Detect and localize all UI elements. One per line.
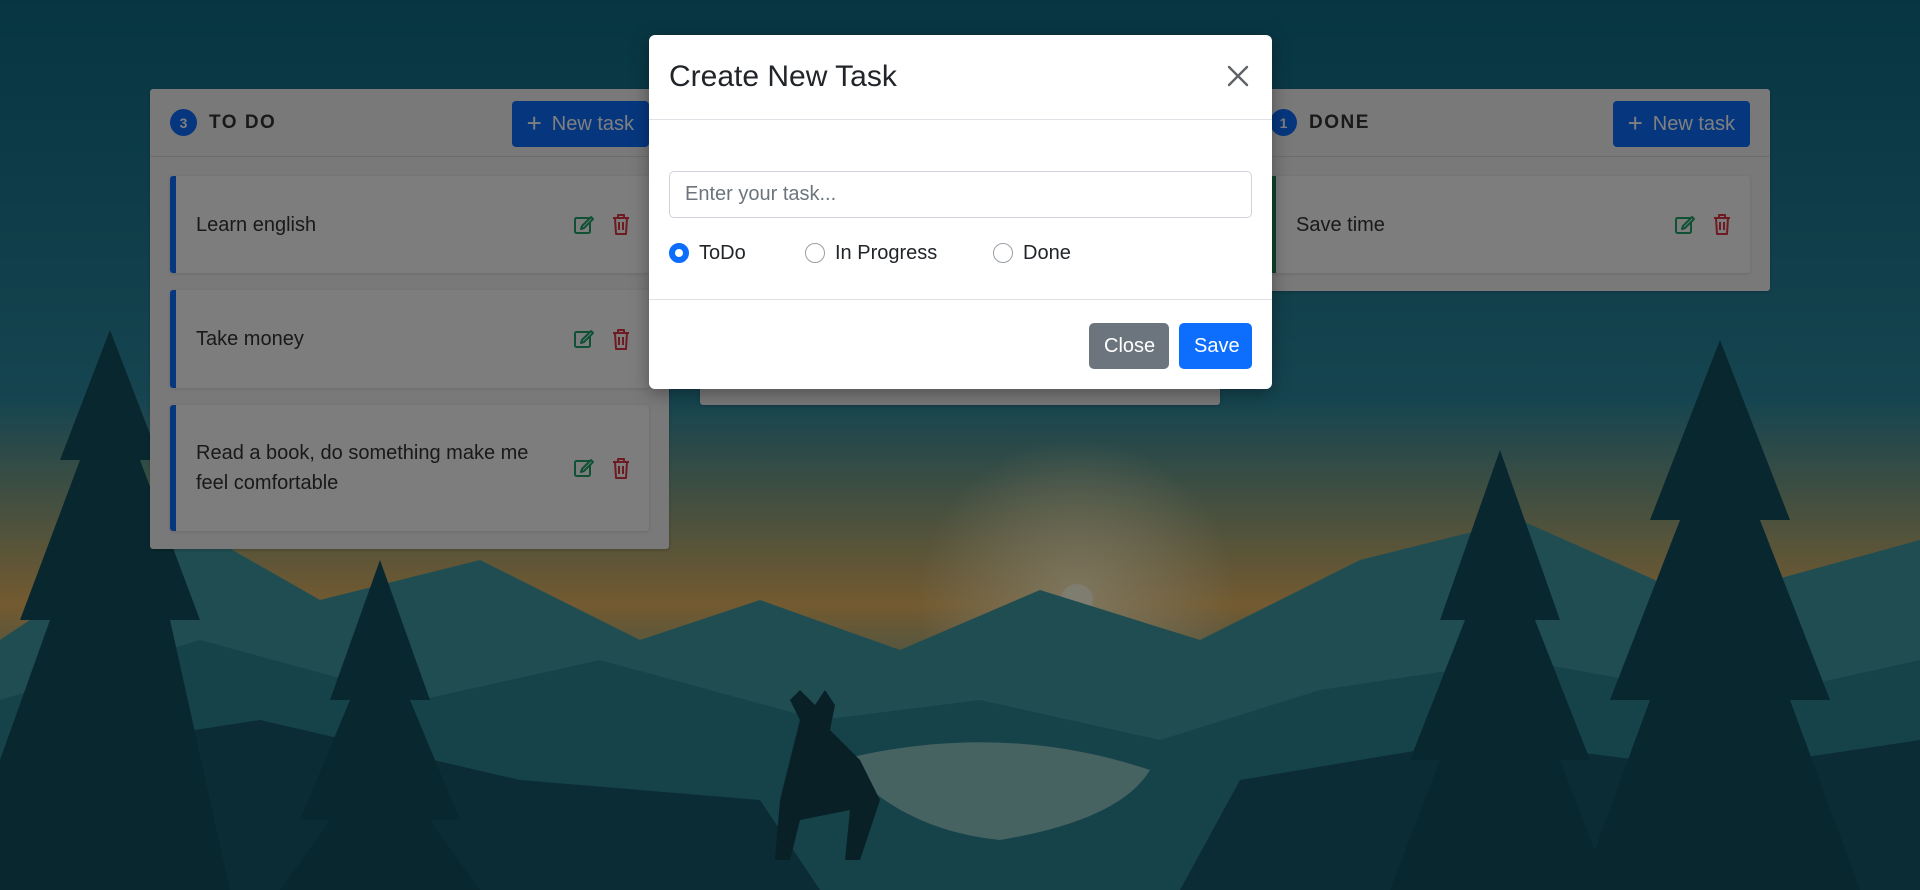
task-input[interactable] bbox=[669, 171, 1252, 218]
modal-title: Create New Task bbox=[669, 60, 897, 93]
radio-label: ToDo bbox=[699, 241, 746, 264]
radio-option-todo[interactable]: ToDo bbox=[669, 242, 805, 265]
radio-option-done[interactable]: Done bbox=[993, 242, 1071, 265]
modal-footer: Close Save bbox=[649, 301, 1272, 389]
save-button[interactable]: Save bbox=[1179, 323, 1252, 369]
radio-label: Done bbox=[1023, 241, 1071, 264]
status-radio-group: ToDo In Progress Done bbox=[669, 238, 1071, 268]
close-button[interactable]: Close bbox=[1089, 323, 1169, 369]
radio-button[interactable] bbox=[993, 243, 1013, 263]
create-task-modal: Create New Task ToDo In Progress Done Cl… bbox=[649, 35, 1272, 389]
radio-option-in-progress[interactable]: In Progress bbox=[805, 242, 993, 265]
modal-header: Create New Task bbox=[649, 35, 1272, 120]
radio-label: In Progress bbox=[835, 241, 938, 264]
radio-button[interactable] bbox=[669, 243, 689, 263]
close-icon[interactable] bbox=[1222, 60, 1254, 95]
radio-button[interactable] bbox=[805, 243, 825, 263]
modal-body: ToDo In Progress Done bbox=[649, 120, 1272, 300]
